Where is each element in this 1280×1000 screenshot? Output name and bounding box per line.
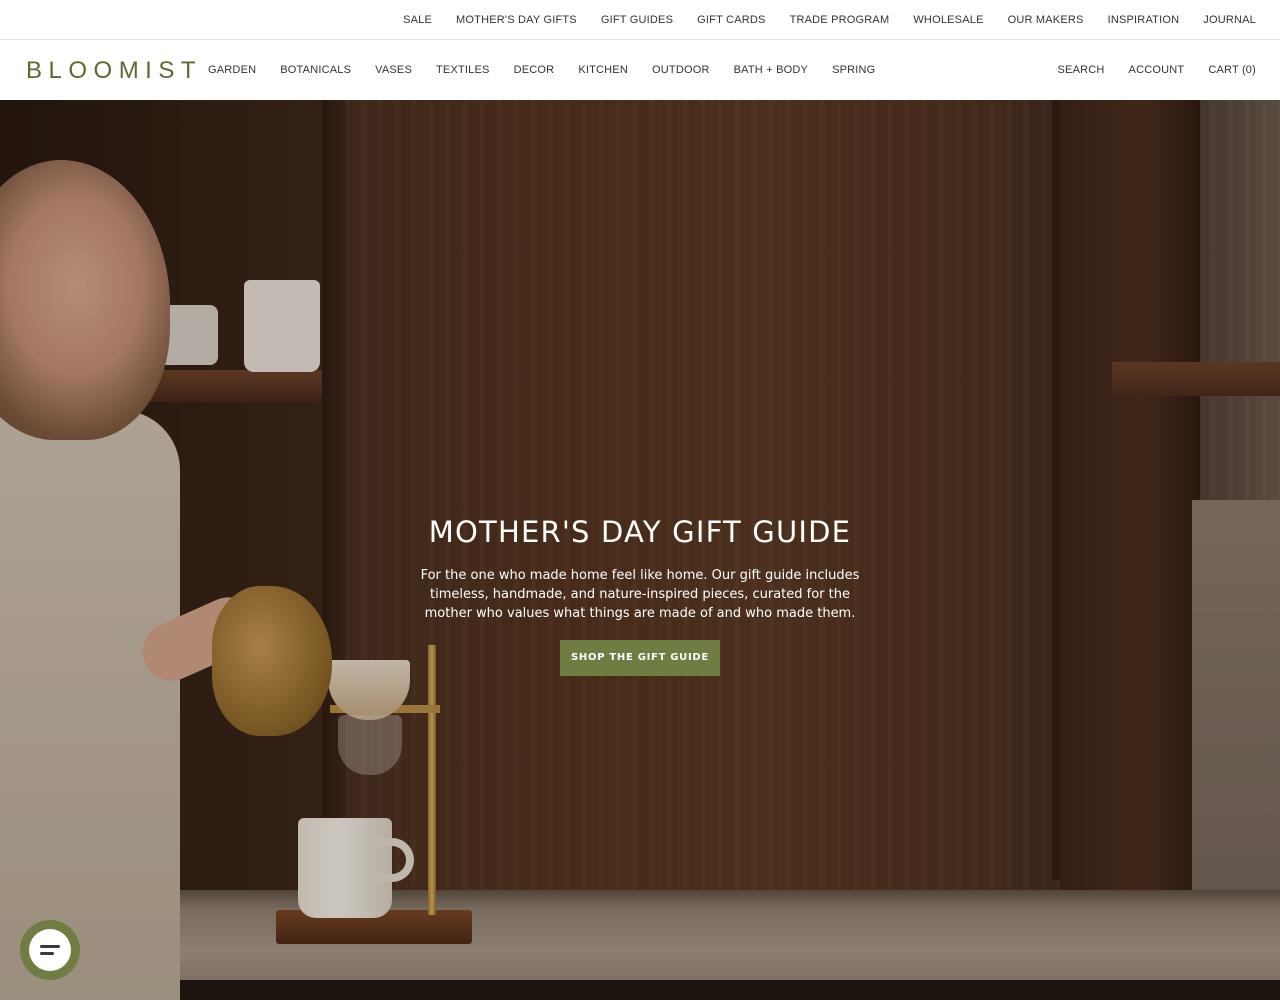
cart-link[interactable]: CART (0): [1208, 64, 1256, 76]
header-utility-nav: SEARCH ACCOUNT CART (0): [1058, 40, 1257, 100]
utility-nav-gift-cards[interactable]: GIFT CARDS: [697, 14, 765, 26]
utility-nav-inspiration[interactable]: INSPIRATION: [1108, 14, 1180, 26]
utility-nav-trade-program[interactable]: TRADE PROGRAM: [790, 14, 890, 26]
account-link[interactable]: ACCOUNT: [1129, 64, 1185, 76]
site-header: BLOOMIST GARDEN BOTANICALS VASES TEXTILE…: [0, 40, 1280, 100]
chat-bubble-icon: [29, 929, 71, 972]
chat-launcher-button[interactable]: [20, 920, 80, 980]
main-nav-spring[interactable]: SPRING: [832, 64, 875, 76]
utility-nav: SALE MOTHER'S DAY GIFTS GIFT GUIDES GIFT…: [403, 0, 1256, 40]
hero-banner: MOTHER'S DAY GIFT GUIDE For the one who …: [0, 100, 1280, 1000]
utility-nav-mothers-day-gifts[interactable]: MOTHER'S DAY GIFTS: [456, 14, 577, 26]
hero-title: MOTHER'S DAY GIFT GUIDE: [428, 515, 852, 549]
main-nav-decor[interactable]: DECOR: [514, 64, 555, 76]
utility-nav-wholesale[interactable]: WHOLESALE: [913, 14, 983, 26]
utility-nav-our-makers[interactable]: OUR MAKERS: [1008, 14, 1084, 26]
search-link[interactable]: SEARCH: [1058, 64, 1105, 76]
main-nav-textiles[interactable]: TEXTILES: [436, 64, 490, 76]
utility-nav-journal[interactable]: JOURNAL: [1203, 14, 1256, 26]
shop-gift-guide-button[interactable]: SHOP THE GIFT GUIDE: [560, 640, 720, 676]
main-nav-bath-body[interactable]: BATH + BODY: [734, 64, 808, 76]
hero-content: MOTHER'S DAY GIFT GUIDE For the one who …: [340, 518, 940, 676]
main-nav-vases[interactable]: VASES: [375, 64, 412, 76]
main-nav-botanicals[interactable]: BOTANICALS: [280, 64, 351, 76]
main-nav: GARDEN BOTANICALS VASES TEXTILES DECOR K…: [208, 40, 899, 100]
main-nav-kitchen[interactable]: KITCHEN: [578, 64, 628, 76]
utility-nav-sale[interactable]: SALE: [403, 14, 432, 26]
utility-nav-gift-guides[interactable]: GIFT GUIDES: [601, 14, 673, 26]
main-nav-outdoor[interactable]: OUTDOOR: [652, 64, 710, 76]
hero-description: For the one who made home feel like home…: [420, 568, 860, 621]
utility-bar: SALE MOTHER'S DAY GIFTS GIFT GUIDES GIFT…: [0, 0, 1280, 40]
brand-logo[interactable]: BLOOMIST: [26, 58, 202, 84]
main-nav-garden[interactable]: GARDEN: [208, 64, 256, 76]
